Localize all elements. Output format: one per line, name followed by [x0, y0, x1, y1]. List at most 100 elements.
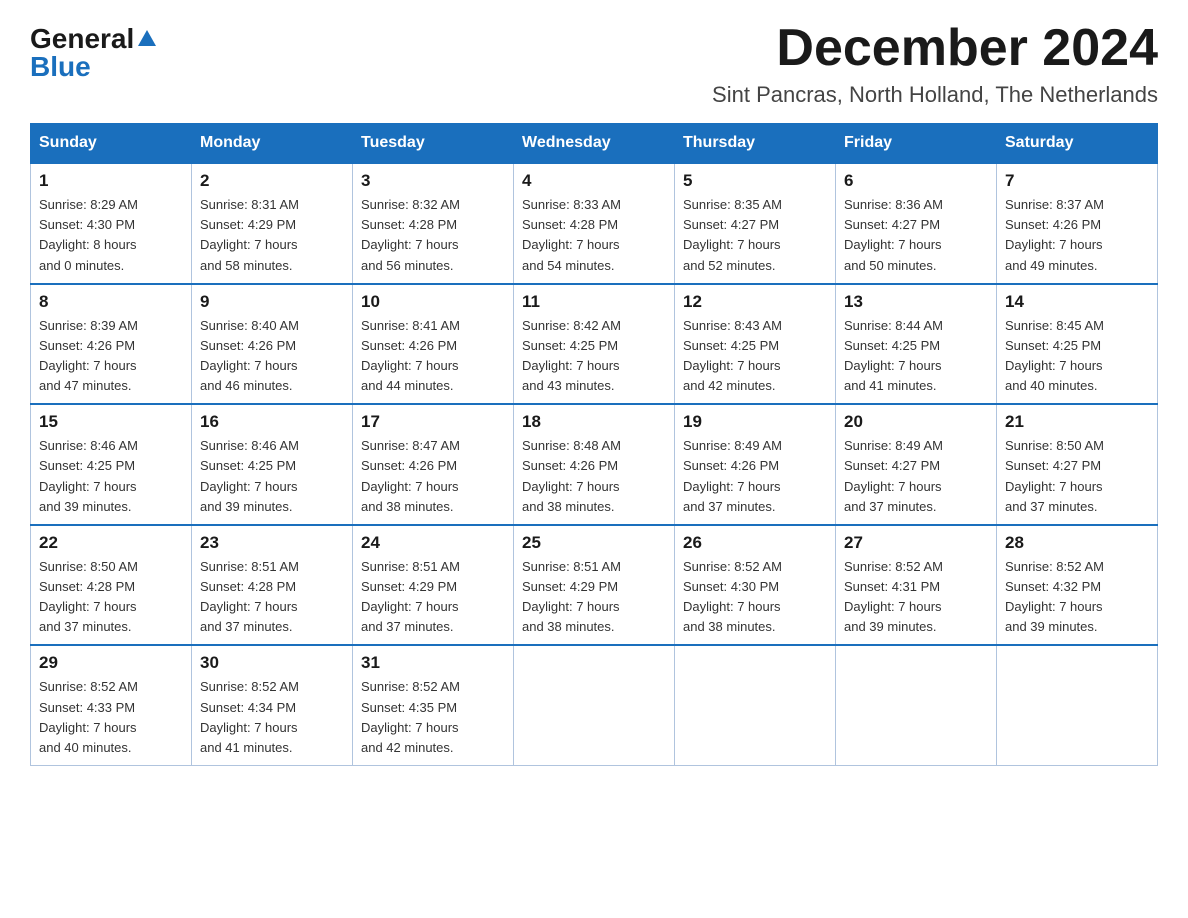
calendar-cell: 26 Sunrise: 8:52 AM Sunset: 4:30 PM Dayl…: [675, 525, 836, 646]
day-number: 25: [522, 533, 666, 553]
calendar-cell: 20 Sunrise: 8:49 AM Sunset: 4:27 PM Dayl…: [836, 404, 997, 525]
calendar-cell: 31 Sunrise: 8:52 AM Sunset: 4:35 PM Dayl…: [353, 645, 514, 765]
day-number: 27: [844, 533, 988, 553]
week-row-5: 29 Sunrise: 8:52 AM Sunset: 4:33 PM Dayl…: [31, 645, 1158, 765]
week-row-1: 1 Sunrise: 8:29 AM Sunset: 4:30 PM Dayli…: [31, 163, 1158, 284]
day-info: Sunrise: 8:32 AM Sunset: 4:28 PM Dayligh…: [361, 195, 505, 276]
calendar-cell: 17 Sunrise: 8:47 AM Sunset: 4:26 PM Dayl…: [353, 404, 514, 525]
day-number: 17: [361, 412, 505, 432]
day-number: 11: [522, 292, 666, 312]
week-row-3: 15 Sunrise: 8:46 AM Sunset: 4:25 PM Dayl…: [31, 404, 1158, 525]
calendar-cell: 9 Sunrise: 8:40 AM Sunset: 4:26 PM Dayli…: [192, 284, 353, 405]
day-info: Sunrise: 8:41 AM Sunset: 4:26 PM Dayligh…: [361, 316, 505, 397]
calendar-cell: [836, 645, 997, 765]
day-number: 8: [39, 292, 183, 312]
day-info: Sunrise: 8:42 AM Sunset: 4:25 PM Dayligh…: [522, 316, 666, 397]
calendar-cell: 2 Sunrise: 8:31 AM Sunset: 4:29 PM Dayli…: [192, 163, 353, 284]
day-number: 20: [844, 412, 988, 432]
day-info: Sunrise: 8:50 AM Sunset: 4:28 PM Dayligh…: [39, 557, 183, 638]
calendar-cell: 19 Sunrise: 8:49 AM Sunset: 4:26 PM Dayl…: [675, 404, 836, 525]
day-info: Sunrise: 8:44 AM Sunset: 4:25 PM Dayligh…: [844, 316, 988, 397]
calendar-cell: 22 Sunrise: 8:50 AM Sunset: 4:28 PM Dayl…: [31, 525, 192, 646]
column-header-monday: Monday: [192, 124, 353, 164]
day-number: 13: [844, 292, 988, 312]
day-number: 26: [683, 533, 827, 553]
month-title: December 2024: [712, 20, 1158, 77]
day-info: Sunrise: 8:36 AM Sunset: 4:27 PM Dayligh…: [844, 195, 988, 276]
column-header-tuesday: Tuesday: [353, 124, 514, 164]
day-info: Sunrise: 8:43 AM Sunset: 4:25 PM Dayligh…: [683, 316, 827, 397]
calendar-cell: 12 Sunrise: 8:43 AM Sunset: 4:25 PM Dayl…: [675, 284, 836, 405]
page-header: General Blue December 2024 Sint Pancras,…: [30, 20, 1158, 108]
calendar-cell: 1 Sunrise: 8:29 AM Sunset: 4:30 PM Dayli…: [31, 163, 192, 284]
day-number: 16: [200, 412, 344, 432]
title-area: December 2024 Sint Pancras, North Hollan…: [712, 20, 1158, 108]
calendar-cell: 29 Sunrise: 8:52 AM Sunset: 4:33 PM Dayl…: [31, 645, 192, 765]
day-number: 23: [200, 533, 344, 553]
calendar-cell: 15 Sunrise: 8:46 AM Sunset: 4:25 PM Dayl…: [31, 404, 192, 525]
calendar-cell: 23 Sunrise: 8:51 AM Sunset: 4:28 PM Dayl…: [192, 525, 353, 646]
logo-general-text: General: [30, 25, 134, 53]
day-info: Sunrise: 8:39 AM Sunset: 4:26 PM Dayligh…: [39, 316, 183, 397]
calendar-cell: 24 Sunrise: 8:51 AM Sunset: 4:29 PM Dayl…: [353, 525, 514, 646]
day-info: Sunrise: 8:45 AM Sunset: 4:25 PM Dayligh…: [1005, 316, 1149, 397]
calendar-cell: 7 Sunrise: 8:37 AM Sunset: 4:26 PM Dayli…: [997, 163, 1158, 284]
calendar-cell: [997, 645, 1158, 765]
day-number: 4: [522, 171, 666, 191]
day-number: 21: [1005, 412, 1149, 432]
day-number: 29: [39, 653, 183, 673]
day-info: Sunrise: 8:48 AM Sunset: 4:26 PM Dayligh…: [522, 436, 666, 517]
calendar-cell: 21 Sunrise: 8:50 AM Sunset: 4:27 PM Dayl…: [997, 404, 1158, 525]
day-info: Sunrise: 8:37 AM Sunset: 4:26 PM Dayligh…: [1005, 195, 1149, 276]
day-info: Sunrise: 8:46 AM Sunset: 4:25 PM Dayligh…: [200, 436, 344, 517]
day-number: 31: [361, 653, 505, 673]
column-header-friday: Friday: [836, 124, 997, 164]
day-info: Sunrise: 8:52 AM Sunset: 4:32 PM Dayligh…: [1005, 557, 1149, 638]
day-number: 9: [200, 292, 344, 312]
day-info: Sunrise: 8:29 AM Sunset: 4:30 PM Dayligh…: [39, 195, 183, 276]
calendar-cell: 8 Sunrise: 8:39 AM Sunset: 4:26 PM Dayli…: [31, 284, 192, 405]
day-info: Sunrise: 8:49 AM Sunset: 4:27 PM Dayligh…: [844, 436, 988, 517]
calendar-cell: 5 Sunrise: 8:35 AM Sunset: 4:27 PM Dayli…: [675, 163, 836, 284]
day-info: Sunrise: 8:47 AM Sunset: 4:26 PM Dayligh…: [361, 436, 505, 517]
day-info: Sunrise: 8:46 AM Sunset: 4:25 PM Dayligh…: [39, 436, 183, 517]
day-info: Sunrise: 8:52 AM Sunset: 4:30 PM Dayligh…: [683, 557, 827, 638]
calendar-cell: 13 Sunrise: 8:44 AM Sunset: 4:25 PM Dayl…: [836, 284, 997, 405]
week-row-2: 8 Sunrise: 8:39 AM Sunset: 4:26 PM Dayli…: [31, 284, 1158, 405]
calendar-cell: 28 Sunrise: 8:52 AM Sunset: 4:32 PM Dayl…: [997, 525, 1158, 646]
day-info: Sunrise: 8:51 AM Sunset: 4:28 PM Dayligh…: [200, 557, 344, 638]
day-number: 14: [1005, 292, 1149, 312]
day-info: Sunrise: 8:51 AM Sunset: 4:29 PM Dayligh…: [361, 557, 505, 638]
week-row-4: 22 Sunrise: 8:50 AM Sunset: 4:28 PM Dayl…: [31, 525, 1158, 646]
day-number: 12: [683, 292, 827, 312]
logo: General Blue: [30, 20, 156, 81]
day-info: Sunrise: 8:51 AM Sunset: 4:29 PM Dayligh…: [522, 557, 666, 638]
day-info: Sunrise: 8:31 AM Sunset: 4:29 PM Dayligh…: [200, 195, 344, 276]
calendar-cell: 3 Sunrise: 8:32 AM Sunset: 4:28 PM Dayli…: [353, 163, 514, 284]
day-number: 5: [683, 171, 827, 191]
day-number: 10: [361, 292, 505, 312]
logo-blue-text: Blue: [30, 53, 91, 81]
day-number: 6: [844, 171, 988, 191]
day-number: 2: [200, 171, 344, 191]
day-number: 15: [39, 412, 183, 432]
day-info: Sunrise: 8:40 AM Sunset: 4:26 PM Dayligh…: [200, 316, 344, 397]
calendar-cell: 30 Sunrise: 8:52 AM Sunset: 4:34 PM Dayl…: [192, 645, 353, 765]
calendar-cell: 25 Sunrise: 8:51 AM Sunset: 4:29 PM Dayl…: [514, 525, 675, 646]
day-number: 24: [361, 533, 505, 553]
day-number: 18: [522, 412, 666, 432]
day-number: 30: [200, 653, 344, 673]
calendar-cell: [675, 645, 836, 765]
day-info: Sunrise: 8:50 AM Sunset: 4:27 PM Dayligh…: [1005, 436, 1149, 517]
column-header-saturday: Saturday: [997, 124, 1158, 164]
day-number: 7: [1005, 171, 1149, 191]
calendar-cell: 14 Sunrise: 8:45 AM Sunset: 4:25 PM Dayl…: [997, 284, 1158, 405]
day-info: Sunrise: 8:52 AM Sunset: 4:31 PM Dayligh…: [844, 557, 988, 638]
day-info: Sunrise: 8:52 AM Sunset: 4:34 PM Dayligh…: [200, 677, 344, 758]
day-info: Sunrise: 8:49 AM Sunset: 4:26 PM Dayligh…: [683, 436, 827, 517]
day-info: Sunrise: 8:35 AM Sunset: 4:27 PM Dayligh…: [683, 195, 827, 276]
calendar-cell: 27 Sunrise: 8:52 AM Sunset: 4:31 PM Dayl…: [836, 525, 997, 646]
location-title: Sint Pancras, North Holland, The Netherl…: [712, 82, 1158, 108]
day-info: Sunrise: 8:52 AM Sunset: 4:35 PM Dayligh…: [361, 677, 505, 758]
calendar-cell: [514, 645, 675, 765]
